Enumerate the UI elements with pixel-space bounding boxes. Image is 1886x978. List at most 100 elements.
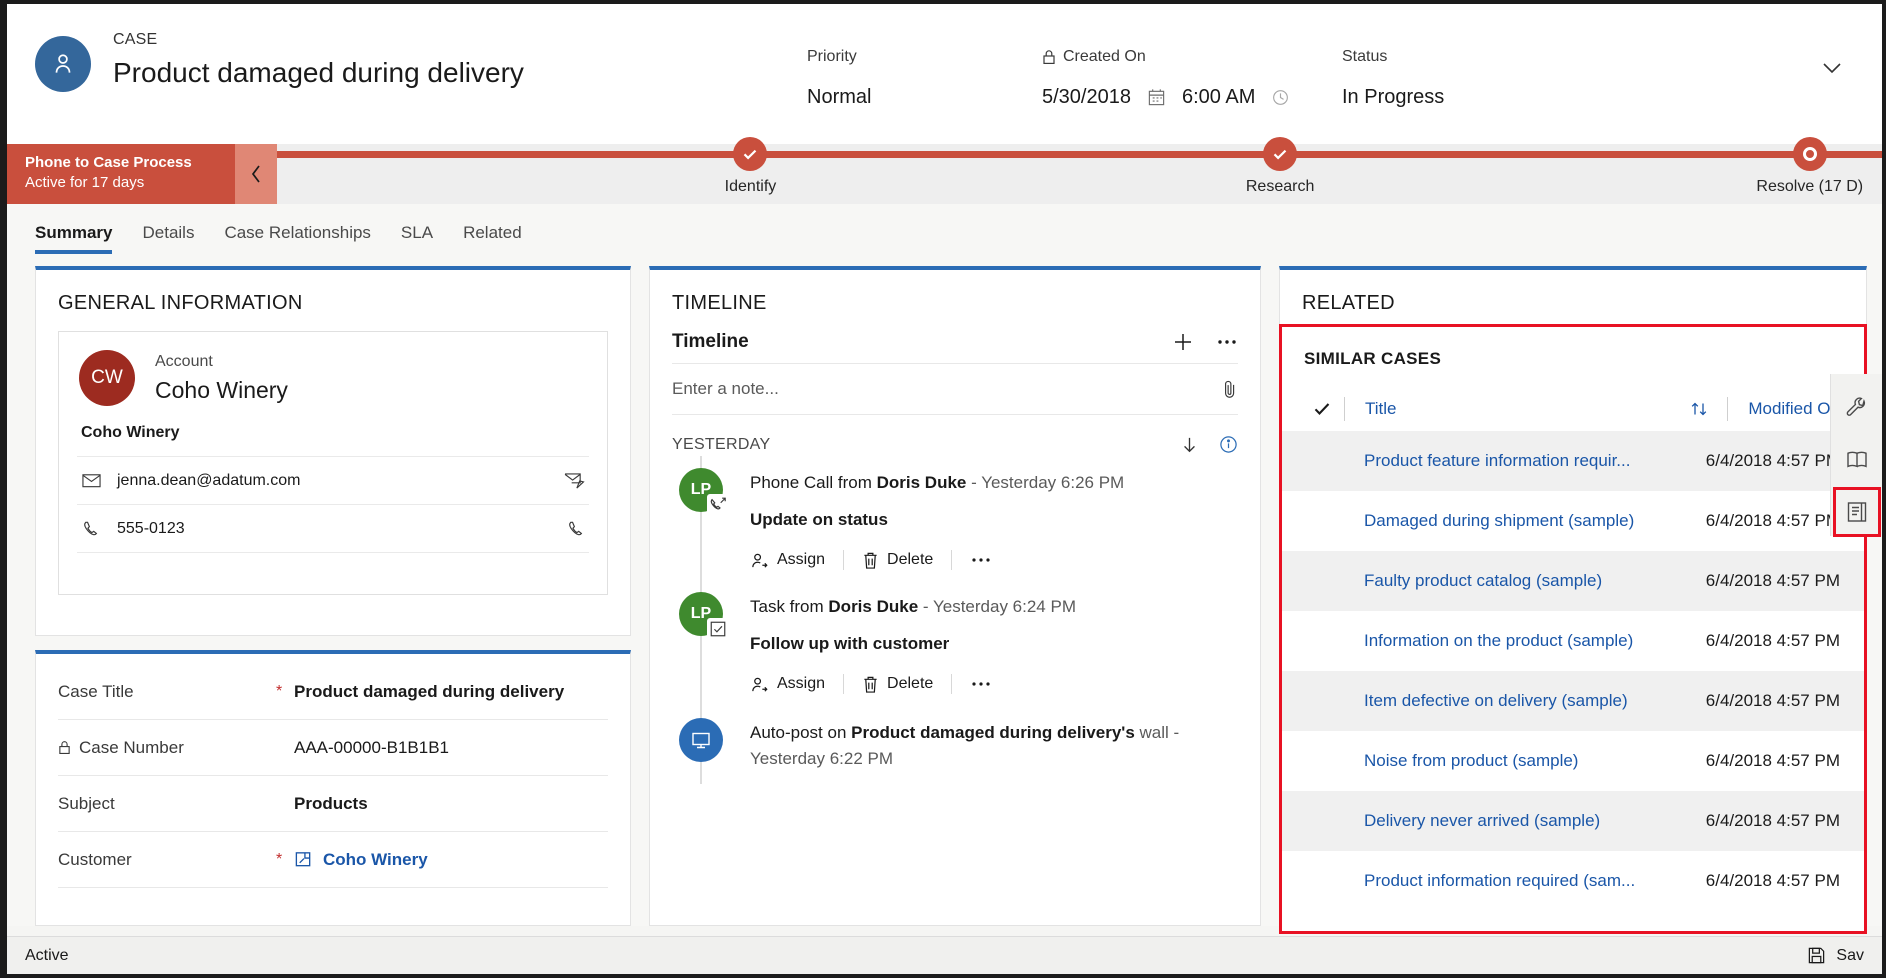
similar-case-title[interactable]: Delivery never arrived (sample) (1300, 811, 1706, 831)
delete-button[interactable]: Delete (862, 675, 951, 694)
ellipsis-icon[interactable] (1216, 331, 1238, 353)
call-icon[interactable] (567, 520, 585, 538)
timeline-item-separator: wall - (1135, 723, 1179, 742)
envelope-icon (81, 473, 101, 488)
process-stage-resolve-label: Resolve (17 D) (1700, 177, 1886, 197)
delete-label: Delete (887, 675, 933, 693)
account-label: Account (155, 352, 288, 372)
header-field-status[interactable]: Status In Progress (1342, 46, 1602, 110)
similar-cases-column-headers: Title Modified On (1282, 387, 1864, 431)
timeline-item-separator: - (918, 597, 933, 616)
ellipsis-icon[interactable] (970, 674, 1010, 694)
timeline-item-commands: Assign Delete (750, 674, 1238, 694)
chevron-down-icon[interactable] (1818, 54, 1846, 82)
plus-icon[interactable] (1172, 331, 1194, 353)
save-button[interactable]: Sav (1807, 946, 1864, 965)
ellipsis-icon[interactable] (970, 550, 1010, 570)
tab-case-relationships[interactable]: Case Relationships (224, 222, 370, 254)
timeline-day-bar: YESTERDAY (650, 415, 1260, 460)
timeline-item-timestamp: Yesterday 6:22 PM (750, 749, 893, 768)
account-email: jenna.dean@adatum.com (117, 472, 548, 490)
table-row[interactable]: Information on the product (sample) 6/4/… (1282, 611, 1864, 671)
table-row[interactable]: Faulty product catalog (sample) 6/4/2018… (1282, 551, 1864, 611)
similar-case-title[interactable]: Information on the product (sample) (1300, 631, 1706, 651)
similar-case-title[interactable]: Faulty product catalog (sample) (1300, 571, 1706, 591)
account-name[interactable]: Coho Winery (155, 375, 288, 405)
check-icon[interactable] (733, 137, 767, 171)
note-input-row[interactable]: Enter a note... (672, 363, 1238, 415)
table-row[interactable]: Delivery never arrived (sample) 6/4/2018… (1282, 791, 1864, 851)
avatar: LP (679, 468, 723, 512)
assign-label: Assign (777, 551, 825, 569)
delete-button[interactable]: Delete (862, 551, 951, 570)
process-name: Phone to Case Process (25, 153, 235, 172)
header-field-created-on[interactable]: Created On 5/30/2018 6:00 AM (1042, 46, 1342, 110)
similar-case-title[interactable]: Damaged during shipment (sample) (1300, 511, 1706, 531)
tab-related[interactable]: Related (463, 222, 522, 254)
timeline-item[interactable]: LP Task from Doris Duke - Yesterday 6:24… (672, 572, 1238, 696)
general-information-card: GENERAL INFORMATION CW Account Coho Wine… (35, 266, 631, 636)
book-icon[interactable] (1834, 436, 1880, 484)
process-stage-resolve[interactable]: Resolve (17 D) (1700, 144, 1886, 197)
process-progress-line (277, 151, 1882, 158)
similar-case-title[interactable]: Product information required (sam... (1300, 871, 1706, 891)
sort-arrows-icon[interactable] (1689, 399, 1709, 419)
current-stage-icon[interactable] (1793, 137, 1827, 171)
chevron-left-icon[interactable] (235, 144, 277, 204)
save-label: Sav (1836, 947, 1864, 965)
divider (843, 550, 844, 570)
process-name-block[interactable]: Phone to Case Process Active for 17 days (7, 144, 235, 204)
process-stage-identify-label: Identify (640, 177, 860, 197)
field-customer[interactable]: Customer * Coho Winery (58, 832, 608, 888)
field-case-title[interactable]: Case Title * Product damaged during deli… (58, 664, 608, 720)
timeline-item-actor: Doris Duke (877, 473, 967, 492)
calendar-icon[interactable] (1147, 88, 1166, 107)
table-row[interactable]: Product feature information requir... 6/… (1282, 431, 1864, 491)
assign-button[interactable]: Assign (750, 551, 843, 570)
table-row[interactable]: Noise from product (sample) 6/4/2018 4:5… (1282, 731, 1864, 791)
tab-details[interactable]: Details (142, 222, 194, 254)
process-stage-research-label: Research (1170, 177, 1390, 197)
send-email-icon[interactable] (564, 472, 585, 489)
trash-icon (862, 675, 879, 694)
table-row[interactable]: Product information required (sam... 6/4… (1282, 851, 1864, 911)
account-phone-row[interactable]: 555-0123 (77, 504, 589, 552)
field-subject[interactable]: Subject Products (58, 776, 608, 832)
trash-icon (862, 551, 879, 570)
timeline-item-commands: Assign Delete (750, 550, 1238, 570)
timeline-item[interactable]: Auto-post on Product damaged during deli… (672, 696, 1238, 784)
auto-post-icon (690, 729, 712, 751)
phone-outgoing-icon (707, 494, 729, 516)
tab-sla[interactable]: SLA (401, 222, 433, 254)
wrench-icon[interactable] (1834, 384, 1880, 432)
clock-icon[interactable] (1271, 88, 1290, 107)
account-email-row[interactable]: jenna.dean@adatum.com (77, 456, 589, 504)
table-row[interactable]: Damaged during shipment (sample) 6/4/201… (1282, 491, 1864, 551)
process-active-duration: Active for 17 days (25, 173, 235, 193)
table-row[interactable]: Item defective on delivery (sample) 6/4/… (1282, 671, 1864, 731)
paperclip-icon[interactable] (1221, 379, 1238, 399)
header-field-priority[interactable]: Priority Normal (807, 46, 1042, 110)
similar-case-title[interactable]: Product feature information requir... (1300, 451, 1706, 471)
process-stage-research[interactable]: Research (1170, 144, 1390, 197)
column-header-modified-on[interactable]: Modified On (1748, 399, 1840, 419)
timeline-item[interactable]: LP Phone Call from Doris Duke - Yesterda… (672, 460, 1238, 572)
info-icon[interactable] (1219, 435, 1238, 454)
arrow-down-icon[interactable] (1180, 435, 1199, 454)
note-input[interactable]: Enter a note... (672, 379, 1221, 399)
timeline-item-actor: Product damaged during delivery's (851, 723, 1135, 742)
avatar: LP (679, 592, 723, 636)
checkmark-icon[interactable] (1300, 399, 1344, 419)
divider (843, 674, 844, 694)
related-pane-icon[interactable] (1834, 488, 1880, 536)
similar-case-title[interactable]: Noise from product (sample) (1300, 751, 1706, 771)
related-heading: RELATED (1280, 270, 1866, 331)
similar-case-title[interactable]: Item defective on delivery (sample) (1300, 691, 1706, 711)
check-icon[interactable] (1263, 137, 1297, 171)
case-fields-card: Case Title * Product damaged during deli… (35, 650, 631, 926)
assign-button[interactable]: Assign (750, 675, 843, 694)
process-stage-identify[interactable]: Identify (640, 144, 860, 197)
tab-summary[interactable]: Summary (35, 222, 112, 254)
field-customer-label: Customer (58, 850, 132, 870)
column-header-title[interactable]: Title (1365, 399, 1689, 419)
